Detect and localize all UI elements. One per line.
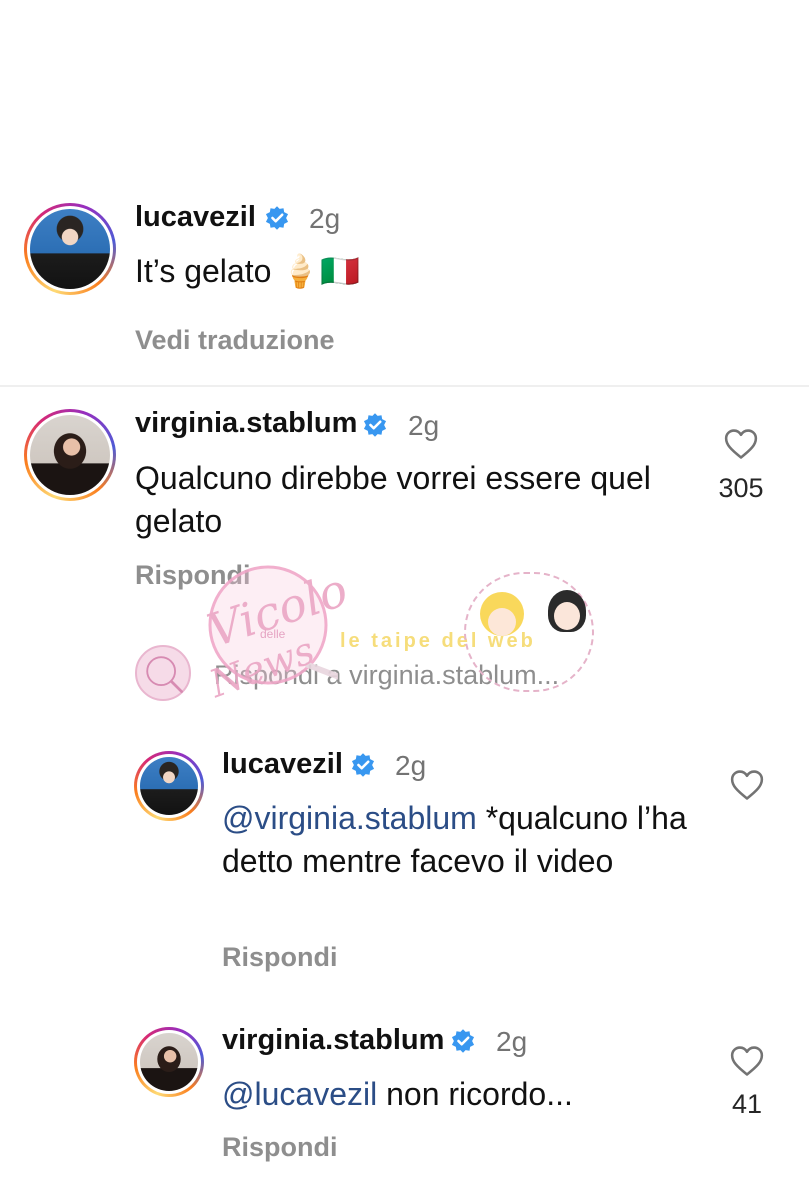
avatar-virginia-reply[interactable] <box>134 1027 204 1097</box>
reply-button[interactable]: Rispondi <box>135 560 251 591</box>
reply-username[interactable]: lucavezil <box>222 748 343 781</box>
avatar-virginia-comment[interactable] <box>24 409 116 501</box>
verified-badge-icon <box>265 206 289 230</box>
caption-username[interactable]: lucavezil <box>135 201 256 234</box>
like-count: 305 <box>718 473 764 503</box>
mention-link[interactable]: @virginia.stablum <box>222 800 477 836</box>
verified-badge-icon <box>363 413 387 437</box>
reply-time: 2g <box>496 1026 528 1057</box>
reply-username[interactable]: virginia.stablum <box>222 1024 444 1057</box>
avatar-lucavezil-reply[interactable] <box>134 751 204 821</box>
divider <box>0 385 809 387</box>
reply-body: non ricordo... <box>377 1076 573 1112</box>
reply-button[interactable]: Rispondi <box>222 942 338 973</box>
comment-time: 2g <box>408 410 440 441</box>
watermark-cartoon <box>464 572 594 692</box>
avatar-lucavezil-caption[interactable] <box>24 203 116 295</box>
reply-button[interactable]: Rispondi <box>222 1132 338 1163</box>
like-heart-icon[interactable] <box>730 769 764 801</box>
reply-text: @virginia.stablum *qualcuno l’ha detto m… <box>222 797 692 883</box>
reply-input-avatar <box>135 645 191 701</box>
verified-badge-icon <box>451 1029 475 1053</box>
translate-button[interactable]: Vedi traduzione <box>135 325 335 356</box>
comment-username[interactable]: virginia.stablum <box>135 407 357 440</box>
like-count: 41 <box>731 1089 763 1119</box>
reply-time: 2g <box>395 750 427 781</box>
caption-time: 2g <box>309 203 341 234</box>
reply-text: @lucavezil non ricordo... <box>222 1073 692 1116</box>
comment-text: Qualcuno direbbe vorrei essere quel gela… <box>135 460 651 539</box>
magnifier-logo-icon <box>146 656 183 693</box>
caption-text: It’s gelato 🍦🇮🇹 <box>135 253 360 289</box>
like-heart-icon[interactable] <box>730 1045 764 1077</box>
like-heart-icon[interactable] <box>724 428 758 460</box>
verified-badge-icon <box>351 753 375 777</box>
watermark-text-small: delle <box>260 627 286 641</box>
mention-link[interactable]: @lucavezil <box>222 1076 377 1112</box>
